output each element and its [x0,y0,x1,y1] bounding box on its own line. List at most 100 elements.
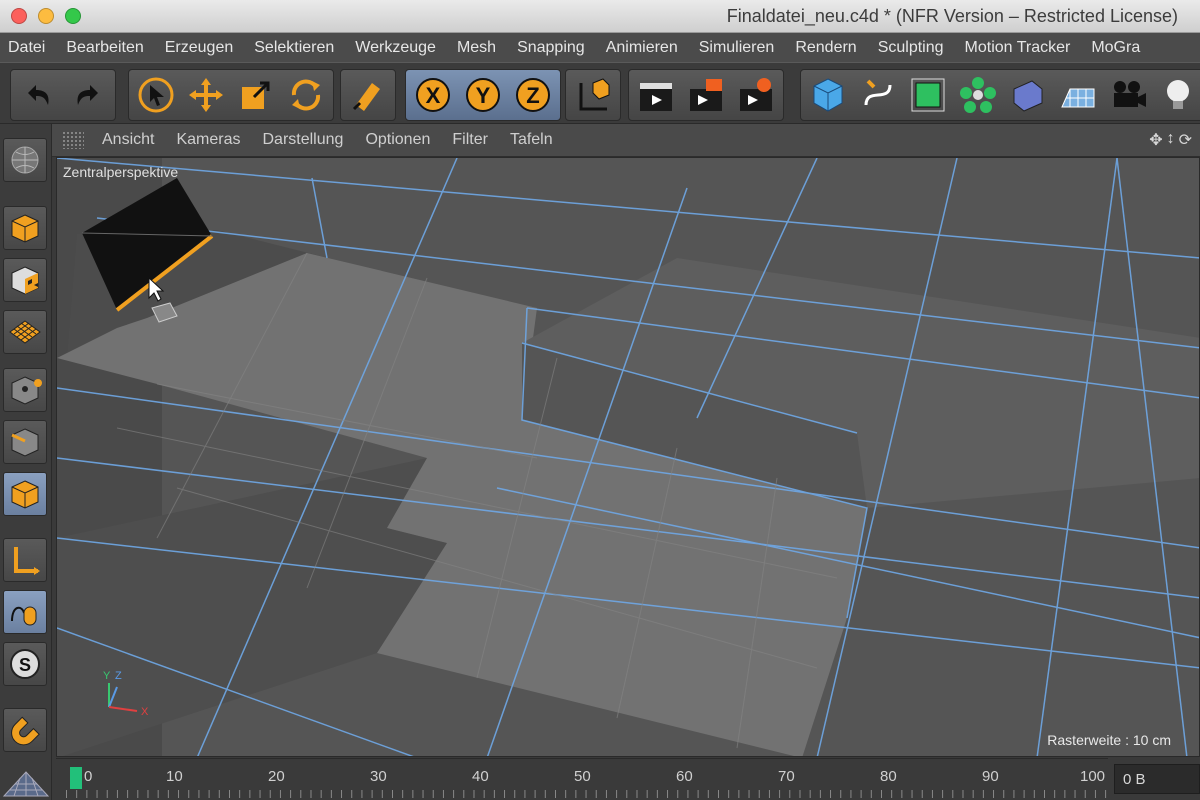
polygons-mode-icon[interactable] [3,472,47,516]
move-icon[interactable] [181,71,231,119]
texture-mode-icon[interactable] [3,258,47,302]
timeline-tick: 40 [472,768,489,785]
timeline-tick: 0 [84,768,93,785]
workplane-icon[interactable] [3,310,47,354]
timeline-ruler-ticks [66,790,1108,798]
cube-icon[interactable] [803,71,853,119]
svg-text:Y: Y [103,670,111,682]
redo-icon[interactable] [63,71,113,119]
axis-lock-group: X Y Z [405,69,561,121]
snap-icon[interactable]: S [3,642,47,686]
svg-text:Y: Y [476,83,491,108]
menu-werkzeuge[interactable]: Werkzeuge [355,39,436,57]
tweak-mode-icon[interactable] [3,590,47,634]
viewport-menu-tafeln[interactable]: Tafeln [510,131,553,149]
menu-animieren[interactable]: Animieren [606,39,678,57]
menu-simulieren[interactable]: Simulieren [699,39,775,57]
window-title: Finaldatei_neu.c4d * (NFR Version – Rest… [726,6,1178,26]
subdivision-icon[interactable] [903,71,953,119]
pan-view-icon[interactable]: ✥ [1149,130,1162,150]
camera-label[interactable]: Zentralperspektive [63,164,178,180]
menu-selektieren[interactable]: Selektieren [254,39,334,57]
svg-text:X: X [141,706,149,717]
select-icon[interactable] [131,71,181,119]
timeline-tick: 30 [370,768,387,785]
timeline-tick: 60 [676,768,693,785]
camera-icon[interactable] [1103,71,1153,119]
timeline-tick: 50 [574,768,591,785]
undo-redo-group [10,69,116,121]
menu-bearbeiten[interactable]: Bearbeiten [66,39,143,57]
coordinate-system-icon[interactable] [568,71,618,119]
close-window-button[interactable] [11,8,27,24]
svg-text:Z: Z [526,83,539,108]
coord-group [565,69,621,121]
world-axis-icon: Y Z X [97,663,157,722]
edges-mode-icon[interactable] [3,420,47,464]
make-editable-icon[interactable] [3,138,47,182]
3d-viewport[interactable]: Zentralperspektive Rasterweite : 10 cm Y… [56,157,1200,757]
rotate-icon[interactable] [281,71,331,119]
menu-snapping[interactable]: Snapping [517,39,585,57]
y-axis-icon[interactable]: Y [458,71,508,119]
grid-spacing-label: Rasterweite : 10 cm [1047,732,1171,748]
undo-icon[interactable] [13,71,63,119]
viewport-scene [57,158,1199,756]
menu-bar: Datei Bearbeiten Erzeugen Selektieren We… [0,33,1200,62]
viewport-menu-ansicht[interactable]: Ansicht [102,131,154,149]
timeline-tick: 20 [268,768,285,785]
timeline-ruler[interactable]: 0 10 20 30 40 50 60 70 80 90 100 [56,758,1108,800]
minimize-window-button[interactable] [38,8,54,24]
light-icon[interactable] [1153,71,1200,119]
render-settings-icon[interactable] [731,71,781,119]
svg-text:Z: Z [115,670,122,682]
objects-group [800,69,1200,121]
panel-grip-icon[interactable] [62,131,84,149]
z-axis-icon[interactable]: Z [508,71,558,119]
render-picture-viewer-icon[interactable] [681,71,731,119]
timeline-tick: 100 [1080,768,1106,785]
tool-icon[interactable] [343,71,393,119]
points-mode-icon[interactable] [3,368,47,412]
grid-corner-icon [2,771,50,797]
menu-mograph[interactable]: MoGra [1091,39,1140,57]
menu-motion-tracker[interactable]: Motion Tracker [965,39,1071,57]
tool-group [340,69,396,121]
menu-sculpting[interactable]: Sculpting [878,39,944,57]
menu-rendern[interactable]: Rendern [795,39,856,57]
left-tool-palette: S [0,124,52,800]
viewport-menu-darstellung[interactable]: Darstellung [263,131,344,149]
spline-pen-icon[interactable] [853,71,903,119]
model-mode-icon[interactable] [3,206,47,250]
axis-mode-icon[interactable] [3,538,47,582]
scale-icon[interactable] [231,71,281,119]
floor-icon[interactable] [1053,71,1103,119]
x-axis-icon[interactable]: X [408,71,458,119]
deformer-icon[interactable] [1003,71,1053,119]
mograph-cloner-icon[interactable] [953,71,1003,119]
render-group [628,69,784,121]
zoom-window-button[interactable] [65,8,81,24]
timeline-tick: 80 [880,768,897,785]
transform-tools-group [128,69,334,121]
timeline-tick: 90 [982,768,999,785]
viewport-menu-filter[interactable]: Filter [452,131,488,149]
title-bar: Finaldatei_neu.c4d * (NFR Version – Rest… [0,0,1200,33]
svg-text:X: X [426,83,441,108]
svg-text:S: S [19,655,31,675]
timeline-tick: 10 [166,768,183,785]
menu-mesh[interactable]: Mesh [457,39,496,57]
viewport-menu-kameras[interactable]: Kameras [176,131,240,149]
viewport-menu-optionen[interactable]: Optionen [365,131,430,149]
zoom-view-icon[interactable]: ↕ [1167,130,1175,150]
current-frame-marker[interactable] [70,767,82,789]
current-frame-field[interactable]: 0 B [1114,764,1200,794]
viewport-menu-bar: Ansicht Kameras Darstellung Optionen Fil… [52,124,1200,157]
render-view-icon[interactable] [631,71,681,119]
magnet-icon[interactable] [3,708,47,752]
rotate-view-icon[interactable]: ⟳ [1179,130,1192,150]
menu-erzeugen[interactable]: Erzeugen [165,39,234,57]
timeline-tick: 70 [778,768,795,785]
main-toolbar: X Y Z [0,62,1200,124]
menu-datei[interactable]: Datei [8,39,45,57]
